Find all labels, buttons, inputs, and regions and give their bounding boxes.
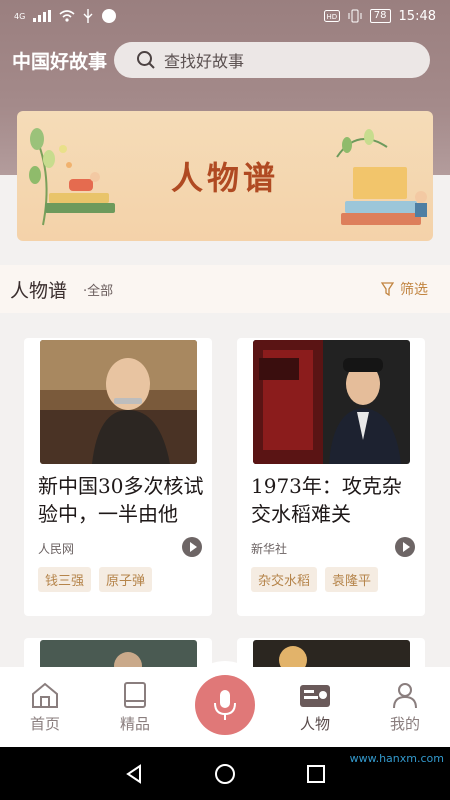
clock: 15:48: [398, 8, 436, 24]
voice-search-area: [180, 661, 270, 747]
svg-text:HD: HD: [326, 13, 337, 21]
nav-home-label: 首页: [29, 715, 60, 733]
card-source: 人民网: [38, 542, 75, 556]
section-title: 人物谱: [10, 279, 68, 302]
hd-icon: HD: [323, 10, 340, 22]
nav-mine[interactable]: 我的: [360, 667, 450, 747]
card-thumbnail: [253, 340, 410, 464]
tag[interactable]: 钱三强: [38, 567, 92, 592]
search-placeholder: 查找好故事: [164, 52, 245, 71]
nav-featured[interactable]: 精品: [90, 667, 180, 747]
usb-icon: [83, 9, 93, 23]
nav-featured-label: 精品: [119, 715, 150, 733]
nav-mine-label: 我的: [389, 715, 420, 733]
tag[interactable]: 原子弹: [99, 567, 153, 592]
story-card[interactable]: 新中国30多次核试验中，一半由他 人民网 钱三强 原子弹: [24, 338, 212, 616]
card-title: 新中国30多次核试验中，一半由他: [38, 474, 204, 526]
status-bar: 4G HD 78 15:48: [0, 0, 450, 32]
id-card-icon: [300, 685, 330, 707]
vibrate-icon: [348, 9, 362, 23]
tag[interactable]: 杂交水稻: [251, 567, 318, 592]
user-icon: [393, 683, 417, 709]
home-icon: [32, 682, 58, 708]
bottom-nav: 首页 精品 人物 我的: [0, 661, 450, 747]
compass-icon: [102, 9, 117, 23]
tag[interactable]: 袁隆平: [325, 567, 379, 592]
story-card[interactable]: 1973年：攻克杂交水稻难关 新华社 杂交水稻 袁隆平: [237, 338, 425, 616]
filter-label: 筛选: [400, 282, 428, 298]
battery-level: 78: [369, 9, 391, 23]
search-input[interactable]: 查找好故事: [114, 42, 430, 78]
search-icon: [137, 51, 155, 69]
nav-people-label: 人物: [299, 715, 330, 733]
section-header: 人物谱 ·全部 筛选: [0, 265, 450, 313]
play-icon[interactable]: [182, 537, 202, 557]
wifi-icon: [59, 10, 75, 22]
back-icon[interactable]: [124, 763, 144, 784]
books-illustration-right: [336, 129, 427, 225]
banner[interactable]: 人物谱: [17, 111, 433, 241]
nav-people[interactable]: 人物: [270, 667, 360, 747]
watermark: www.hanxm.com: [349, 752, 444, 765]
microphone-button[interactable]: [195, 675, 255, 735]
network-label: 4G: [14, 11, 26, 21]
section-subtitle[interactable]: ·全部: [83, 280, 113, 299]
home-circle-icon[interactable]: [214, 763, 236, 785]
card-thumbnail: [40, 340, 197, 464]
nav-home[interactable]: 首页: [0, 667, 90, 747]
play-icon[interactable]: [395, 537, 415, 557]
signal-icon: [33, 10, 52, 22]
app-title: 中国好故事: [12, 50, 108, 73]
book-icon: [124, 682, 146, 708]
microphone-icon: [214, 690, 236, 720]
card-source: 新华社: [251, 542, 288, 556]
filter-button[interactable]: 筛选: [381, 279, 440, 299]
card-title: 1973年：攻克杂交水稻难关: [251, 474, 402, 526]
recents-icon[interactable]: [306, 764, 326, 784]
filter-icon: [381, 282, 394, 296]
app-header: 中国好故事 查找好故事: [0, 40, 450, 80]
